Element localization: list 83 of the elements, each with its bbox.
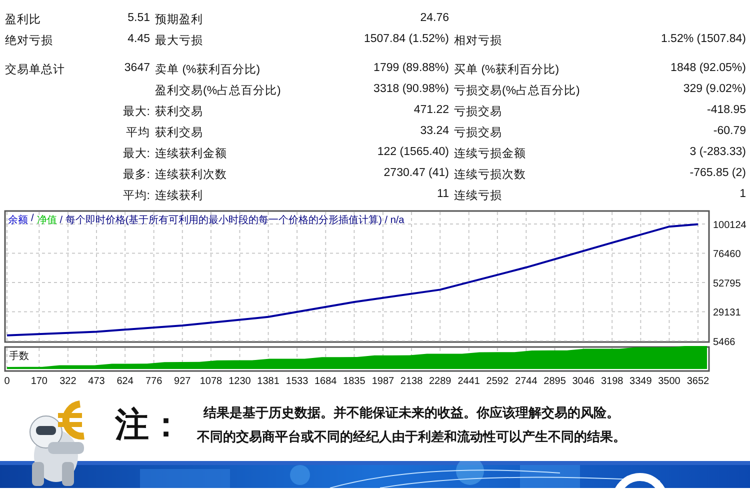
stat-value: 3647 xyxy=(124,62,150,76)
stat-value: 3 (-283.33) xyxy=(690,146,746,160)
stat-value: 1848 (92.05%) xyxy=(670,62,746,76)
x-axis-label: 0 xyxy=(4,376,10,387)
stat-value: 471.22 xyxy=(414,104,449,118)
stat-value: 5.51 xyxy=(128,12,150,26)
x-axis-label: 624 xyxy=(116,376,134,387)
stat-value: 1799 (89.88%) xyxy=(374,62,449,76)
disclaimer-text: 不同的交易商平台或不同的经纪人由于利差和流动性可以产生不同的结果。 xyxy=(197,428,626,446)
stat-label: 连续亏损 xyxy=(454,188,502,203)
stat-value: 24.76 xyxy=(420,12,449,26)
x-axis-label: 3349 xyxy=(630,376,652,387)
stat-label: 卖单 (%获利百分比) xyxy=(155,62,260,77)
stat-value: 平均 xyxy=(126,126,150,140)
x-axis-label: 2744 xyxy=(515,376,538,387)
stat-value: 最多: xyxy=(122,168,150,182)
legend-text: 净值 xyxy=(36,214,57,227)
x-axis-label: 1684 xyxy=(314,376,337,387)
x-axis-label: 2895 xyxy=(544,376,566,387)
stat-label: 连续亏损次数 xyxy=(454,168,526,182)
stat-label: 亏损交易(%占总百分比) xyxy=(454,83,580,98)
stat-value: 3318 (90.98%) xyxy=(374,83,449,97)
stat-label: 相对亏损 xyxy=(454,34,502,48)
y-axis-label: 52795 xyxy=(713,278,741,290)
stat-value: -60.79 xyxy=(713,125,746,139)
legend-text: 余额 xyxy=(8,214,28,227)
y-axis-label: 29131 xyxy=(713,308,741,319)
stat-label: 亏损交易 xyxy=(454,104,502,119)
stat-value: 4.45 xyxy=(128,33,150,47)
stat-value: 最大: xyxy=(122,146,150,161)
stat-label: 最大亏损 xyxy=(155,34,203,48)
stat-value: -765.85 (2) xyxy=(690,167,746,181)
volume-label: 手数 xyxy=(9,350,29,363)
x-axis-label: 1987 xyxy=(372,376,394,387)
stat-value: 1.52% (1507.84) xyxy=(660,33,746,47)
stat-label: 绝对亏损 xyxy=(5,34,53,48)
x-axis-label: 3198 xyxy=(600,376,624,387)
stat-label: 连续亏损金额 xyxy=(454,146,526,161)
y-axis-label: 5466 xyxy=(713,337,736,348)
stat-label: 获利交易 xyxy=(155,125,203,140)
stat-label: 盈利比 xyxy=(5,12,41,27)
stat-label: 连续获利金额 xyxy=(155,146,227,161)
x-axis-label: 1230 xyxy=(228,376,251,387)
stat-value: 122 (1565.40) xyxy=(377,146,449,160)
x-axis-label: 2289 xyxy=(428,376,452,387)
stat-label: 连续获利次数 xyxy=(155,168,227,182)
legend-text: / xyxy=(31,213,34,226)
x-axis-label: 927 xyxy=(174,376,191,387)
stat-value: -418.95 xyxy=(706,104,746,118)
stat-value: 1507.84 (1.52%) xyxy=(364,33,449,47)
legend-text: / 每个即时价格(基于所有可利用的最小时段的每一个价格的分形插值计算) / n/a xyxy=(60,214,404,227)
x-axis-label: 170 xyxy=(30,376,48,387)
x-axis-label: 1835 xyxy=(343,376,366,387)
note-mark: 注： xyxy=(115,404,183,446)
disclaimer-text: 结果是基于历史数据。并不能保证未来的收益。你应该理解交易的风险。 xyxy=(204,404,620,422)
stat-label: 连续获利 xyxy=(155,188,203,203)
x-axis-label: 473 xyxy=(88,376,105,387)
x-axis-label: 3500 xyxy=(658,376,680,387)
stat-value: 329 (9.02%) xyxy=(683,83,746,97)
x-axis-label: 3652 xyxy=(686,376,710,387)
y-axis-label: 100124 xyxy=(713,220,746,231)
stat-label: 交易单总计 xyxy=(5,62,65,77)
x-axis-label: 3046 xyxy=(572,376,594,387)
x-axis-label: 322 xyxy=(60,376,76,387)
x-axis-label: 2441 xyxy=(458,376,480,387)
stat-value: 最大: xyxy=(122,104,150,119)
stat-label: 盈利交易(%占总百分比) xyxy=(155,83,281,98)
x-axis-label: 1533 xyxy=(286,376,308,387)
stat-label: 预期盈利 xyxy=(155,12,203,27)
stat-value: 平均: xyxy=(122,188,150,203)
x-axis-label: 2138 xyxy=(400,376,423,387)
stat-value: 33.24 xyxy=(420,125,449,139)
stat-value: 2730.47 (41) xyxy=(384,167,449,181)
x-axis-label: 1381 xyxy=(257,376,280,387)
stat-label: 获利交易 xyxy=(155,104,203,119)
x-axis-label: 776 xyxy=(145,376,162,387)
x-axis-label: 1078 xyxy=(200,376,222,387)
stat-value: 11 xyxy=(437,188,449,202)
y-axis-label: 76460 xyxy=(713,249,741,260)
stat-label: 亏损交易 xyxy=(454,125,502,140)
x-axis-label: 2592 xyxy=(486,376,509,387)
stat-label: 买单 (%获利百分比) xyxy=(454,62,560,77)
stat-value: 1 xyxy=(740,188,746,202)
